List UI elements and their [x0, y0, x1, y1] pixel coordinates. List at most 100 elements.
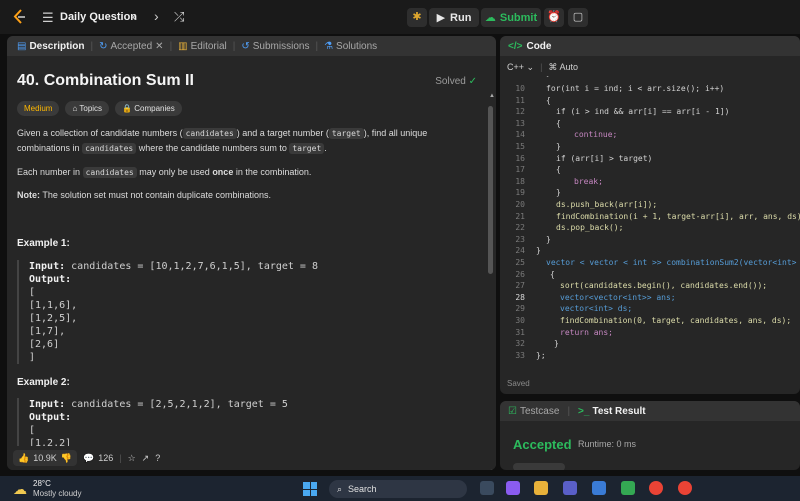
close-icon[interactable]: ✕	[155, 41, 163, 52]
timer-button[interactable]: ⏰	[544, 8, 564, 27]
tab-label: Test Result	[592, 405, 646, 417]
companies-badge[interactable]: 🔒 Companies	[115, 101, 182, 116]
file-explorer-icon[interactable]	[534, 481, 548, 495]
star-icon[interactable]: ☆	[128, 453, 136, 464]
tab-solutions[interactable]: ⚗ Solutions	[320, 41, 381, 52]
run-button[interactable]: ▶ Run	[429, 8, 479, 27]
comment-count: 126	[98, 453, 114, 463]
teams-icon[interactable]	[563, 481, 577, 495]
statement-text: Each number in	[17, 167, 81, 177]
input-label: Input:	[29, 399, 66, 410]
mode-label: Auto	[559, 62, 578, 72]
save-status: Saved	[507, 379, 530, 388]
inline-code: candidates	[82, 143, 137, 154]
topics-badge[interactable]: ⌂ Topics	[65, 101, 110, 116]
chrome-profile-icon[interactable]	[678, 481, 692, 495]
prev-problem-icon[interactable]: ‹	[132, 8, 137, 24]
output-line: [1,1,6],	[29, 300, 78, 311]
share-icon[interactable]: ↗	[142, 453, 150, 464]
line-number: 21	[515, 211, 525, 221]
line-number: 24	[515, 246, 525, 256]
example-output-label: Output:	[29, 411, 487, 424]
code-editor[interactable]: } 10 for(int i = ind; i < arr.size(); i++…	[500, 76, 800, 374]
companies-label: Companies	[134, 104, 175, 113]
play-icon: ▶	[436, 12, 446, 24]
windows-start-icon[interactable]	[303, 482, 317, 496]
line-number: 12	[515, 107, 525, 117]
bug-icon: ✱	[412, 11, 422, 23]
line-number: 16	[515, 153, 525, 163]
editor-toolbar: C++ ⌄ | ⌘ Auto	[507, 62, 578, 73]
checkbox-icon: ☑	[508, 405, 517, 417]
statement-text: may only be used	[139, 167, 210, 177]
run-label: Run	[450, 11, 472, 24]
note-label: Note:	[17, 190, 40, 200]
tab-label: Solutions	[336, 40, 378, 52]
browser-icon[interactable]	[621, 481, 635, 495]
auto-mode-toggle[interactable]: ⌘ Auto	[548, 62, 578, 73]
code-text: for(int i = ind; i < arr.size(); i++)	[546, 84, 725, 93]
code-text: findCombination(0, target, candidates, a…	[560, 316, 792, 325]
code-text: {	[556, 118, 561, 128]
tab-accepted[interactable]: ↻ Accepted ✕	[95, 41, 167, 52]
chrome-icon[interactable]	[649, 481, 663, 495]
description-panel: ▤ Description | ↻ Accepted ✕ | ▥ Editori…	[7, 36, 496, 470]
tab-submissions[interactable]: ↺ Submissions	[237, 41, 313, 52]
code-text: }	[554, 339, 559, 349]
scroll-up-arrow-icon[interactable]: ▲	[489, 93, 495, 99]
tab-test-result[interactable]: >_ Test Result	[578, 406, 646, 417]
line-number: 33	[515, 350, 525, 360]
language-select[interactable]: C++ ⌄	[507, 62, 534, 73]
cloudy-weather-icon[interactable]: ☁	[13, 481, 27, 498]
code-text: vector<vector<int>> ans;	[560, 292, 676, 302]
code-text: sort(candidates.begin(), candidates.end(…	[560, 281, 768, 291]
thumbs-up-icon[interactable]: 👍	[18, 453, 29, 464]
weather-description: Mostly cloudy	[33, 489, 82, 498]
tab-description[interactable]: ▤ Description	[13, 41, 88, 52]
copilot-icon[interactable]	[506, 481, 520, 495]
problem-list-title[interactable]: Daily Question	[60, 11, 137, 23]
leetcode-logo-icon[interactable]	[12, 9, 28, 25]
flask-icon: ⚗	[324, 40, 334, 52]
testcase-case-pill[interactable]	[513, 463, 565, 470]
code-panel-title: Code	[526, 40, 552, 52]
shuffle-icon[interactable]: ⤮	[174, 9, 184, 25]
alarm-clock-icon: ⏰	[547, 11, 561, 23]
problem-statement: Given a collection of candidate numbers …	[17, 126, 437, 156]
description-scrollbar[interactable]	[488, 106, 493, 274]
check-circle-icon: ✓	[468, 76, 477, 87]
next-problem-icon[interactable]: ›	[154, 8, 159, 24]
code-text: {	[546, 95, 551, 105]
line-number: 20	[515, 200, 525, 209]
help-icon[interactable]: ?	[155, 453, 160, 463]
tab-testcase[interactable]: ☑ Testcase	[508, 406, 559, 417]
comment-icon: 💬	[82, 452, 95, 463]
notes-button[interactable]: ▢	[568, 8, 588, 27]
lock-icon: 🔒	[122, 104, 133, 113]
code-text: };	[536, 350, 546, 360]
output-line: [1,2,5],	[29, 313, 78, 324]
problem-list-icon[interactable]: ☰	[42, 10, 54, 26]
comments-button[interactable]: 💬 126	[83, 453, 113, 464]
usage-constraint: Each number in candidates may only be us…	[17, 165, 437, 180]
line-number: 19	[515, 188, 525, 198]
code-text: ds.pop_back();	[556, 223, 624, 233]
solved-status: Solved ✓	[435, 76, 477, 87]
search-label: Search	[348, 484, 377, 494]
thumbs-down-icon[interactable]: 👎	[61, 453, 72, 464]
submit-button[interactable]: ☁ Submit	[481, 8, 541, 27]
debug-button[interactable]: ✱	[407, 8, 427, 27]
line-number: 28	[515, 292, 525, 302]
note-text: The solution set must not contain duplic…	[42, 190, 271, 200]
difficulty-badge: Medium	[17, 101, 60, 116]
task-view-icon[interactable]	[480, 481, 494, 495]
line-number: 13	[515, 118, 525, 128]
line-number: 18	[515, 176, 525, 186]
like-dislike-group: 👍 10.9K 👎	[13, 450, 77, 466]
code-text: }	[536, 246, 541, 256]
tab-editorial[interactable]: ▥ Editorial	[174, 41, 231, 52]
tab-divider: |	[232, 40, 236, 52]
code-text: vector<int> ds;	[560, 304, 633, 314]
store-icon[interactable]	[592, 481, 606, 495]
taskbar-search[interactable]: ⌕ Search	[329, 480, 467, 498]
